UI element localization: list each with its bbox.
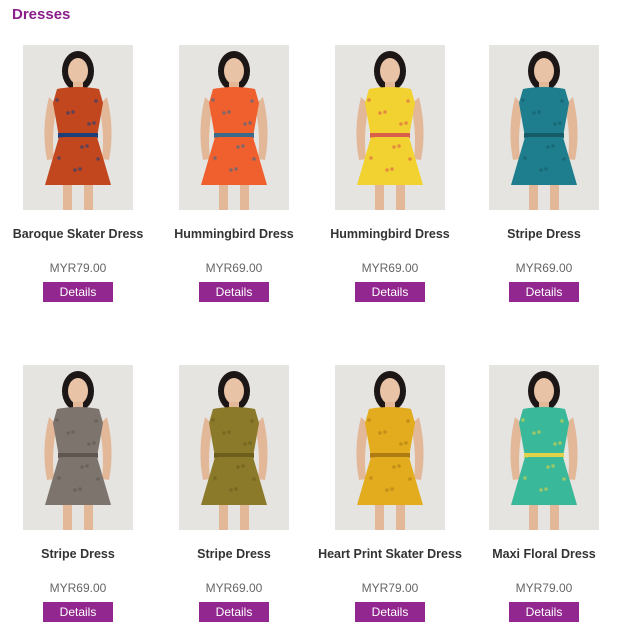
- product-card: Baroque Skater Dress MYR79.00 Details: [0, 45, 156, 302]
- details-button[interactable]: Details: [509, 602, 579, 622]
- product-card: Heart Print Skater Dress MYR79.00 Detail…: [312, 365, 468, 622]
- product-name[interactable]: Baroque Skater Dress: [0, 227, 156, 257]
- product-image[interactable]: [179, 365, 289, 530]
- details-button[interactable]: Details: [199, 282, 269, 302]
- product-price: MYR69.00: [361, 261, 419, 275]
- product-card: Stripe Dress MYR69.00 Details: [0, 365, 156, 622]
- details-button[interactable]: Details: [355, 602, 425, 622]
- product-image[interactable]: [335, 365, 445, 530]
- product-name[interactable]: Hummingbird Dress: [312, 227, 468, 257]
- product-image[interactable]: [23, 365, 133, 530]
- details-button[interactable]: Details: [509, 282, 579, 302]
- product-name[interactable]: Hummingbird Dress: [156, 227, 312, 257]
- product-name[interactable]: Stripe Dress: [0, 547, 156, 577]
- details-button[interactable]: Details: [43, 282, 113, 302]
- details-button[interactable]: Details: [355, 282, 425, 302]
- product-card: Hummingbird Dress MYR69.00 Details: [312, 45, 468, 302]
- product-price: MYR69.00: [515, 261, 573, 275]
- model-photo: [489, 45, 599, 210]
- product-image[interactable]: [489, 45, 599, 210]
- product-price: MYR79.00: [515, 581, 573, 595]
- product-image[interactable]: [23, 45, 133, 210]
- product-price: MYR79.00: [49, 261, 107, 275]
- model-photo: [335, 45, 445, 210]
- product-image[interactable]: [489, 365, 599, 530]
- details-button[interactable]: Details: [199, 602, 269, 622]
- product-card: Stripe Dress MYR69.00 Details: [466, 45, 622, 302]
- product-price: MYR69.00: [205, 581, 263, 595]
- details-button[interactable]: Details: [43, 602, 113, 622]
- model-photo: [489, 365, 599, 530]
- product-price: MYR69.00: [205, 261, 263, 275]
- product-image[interactable]: [335, 45, 445, 210]
- product-card: Hummingbird Dress MYR69.00 Details: [156, 45, 312, 302]
- product-name[interactable]: Maxi Floral Dress: [466, 547, 622, 577]
- model-photo: [335, 365, 445, 530]
- product-card: Maxi Floral Dress MYR79.00 Details: [466, 365, 622, 622]
- product-price: MYR69.00: [49, 581, 107, 595]
- product-name[interactable]: Heart Print Skater Dress: [312, 547, 468, 577]
- product-image[interactable]: [179, 45, 289, 210]
- model-photo: [23, 365, 133, 530]
- product-name[interactable]: Stripe Dress: [466, 227, 622, 257]
- product-card: Stripe Dress MYR69.00 Details: [156, 365, 312, 622]
- product-price: MYR79.00: [361, 581, 419, 595]
- product-grid: Baroque Skater Dress MYR79.00 Details Hu…: [0, 0, 622, 625]
- model-photo: [23, 45, 133, 210]
- model-photo: [179, 365, 289, 530]
- model-photo: [179, 45, 289, 210]
- product-name[interactable]: Stripe Dress: [156, 547, 312, 577]
